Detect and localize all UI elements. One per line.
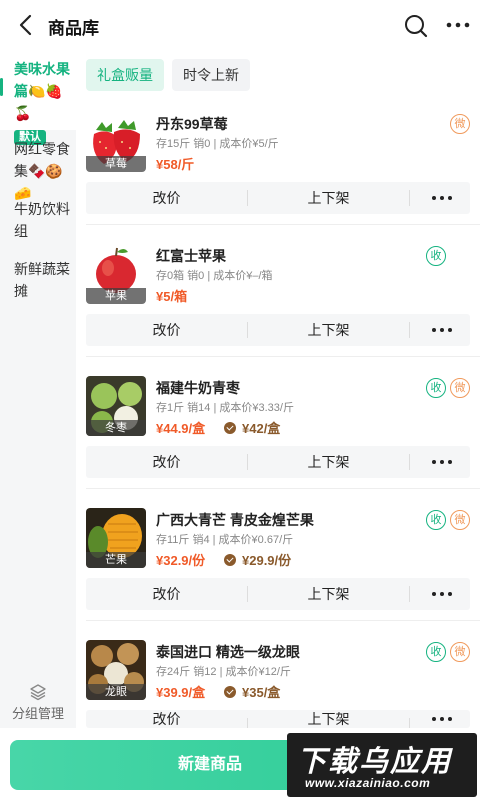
tag-gift-box[interactable]: 礼盒贩量	[86, 59, 164, 91]
layers-icon	[30, 684, 46, 701]
thumbnail-label: 龙眼	[86, 684, 146, 700]
vip-price: ¥42/盒	[224, 418, 280, 437]
more-actions-button[interactable]	[410, 446, 470, 478]
product-meta: 存24斤 销12 | 成本价¥12/斤	[156, 666, 291, 678]
product-meta: 存11斤 销4 | 成本价¥0.67/斤	[156, 534, 294, 546]
edit-price-button[interactable]: 改价	[86, 710, 247, 728]
vip-check-icon	[224, 421, 236, 434]
wei-badge: 微	[450, 378, 470, 398]
shelf-toggle-button[interactable]: 上下架	[248, 314, 409, 346]
thumbnail-label: 草莓	[86, 156, 146, 172]
sidebar-item-snacks[interactable]: 网红零食集🍫🍪🧀	[0, 138, 76, 204]
edit-price-button[interactable]: 改价	[86, 314, 247, 346]
shou-badge: 收	[426, 246, 446, 266]
wei-badge: 微	[450, 114, 470, 134]
product-price: ¥32.9/份	[156, 553, 206, 568]
top-bar: 商品库	[0, 0, 480, 50]
product-price: ¥39.9/盒	[156, 685, 206, 700]
shou-badge: 收	[426, 378, 446, 398]
watermark-url: www.xiazainiao.com	[305, 776, 431, 790]
product-price: ¥44.9/盒	[156, 421, 206, 436]
sidebar-item-label: 美味水果篇🍋🍓🍒	[14, 61, 70, 121]
product-thumbnail: 芒果	[86, 508, 146, 568]
sidebar-item-label: 网红零食集🍫🍪🧀	[14, 141, 70, 201]
vip-check-icon	[224, 685, 236, 698]
sidebar-item-label: 牛奶饮料组	[14, 201, 70, 239]
vip-price: ¥29.9/份	[224, 550, 291, 569]
thumbnail-label: 芒果	[86, 552, 146, 568]
group-manage-label: 分组管理	[11, 706, 64, 721]
category-sidebar: 美味水果篇🍋🍓🍒 默认 网红零食集🍫🍪🧀 牛奶饮料组 新鲜蔬菜摊 分组管理	[0, 50, 76, 740]
more-actions-button[interactable]	[410, 578, 470, 610]
wei-badge: 微	[450, 642, 470, 662]
group-manage-button[interactable]: 分组管理	[0, 675, 76, 735]
back-arrow-icon[interactable]	[16, 13, 36, 37]
wei-badge: 微	[450, 510, 470, 530]
product-actions: 改价 上下架	[86, 446, 470, 478]
active-indicator	[0, 78, 3, 96]
page-title: 商品库	[48, 19, 99, 38]
watermark-title: 下载乌应用	[297, 746, 453, 778]
sidebar-item-label: 新鲜蔬菜摊	[14, 261, 70, 299]
product-price: ¥58/斤	[156, 157, 195, 172]
shelf-toggle-button[interactable]: 上下架	[248, 446, 409, 478]
edit-price-button[interactable]: 改价	[86, 578, 247, 610]
edit-price-button[interactable]: 改价	[86, 446, 247, 478]
product-name[interactable]: 丹东99草莓	[156, 114, 228, 134]
product-meta: 存1斤 销14 | 成本价¥3.33/斤	[156, 402, 294, 414]
edit-price-button[interactable]: 改价	[86, 182, 247, 214]
product-actions: 改价 上下架	[86, 182, 470, 214]
product-thumbnail: 苹果	[86, 244, 146, 304]
shou-badge: 收	[426, 510, 446, 530]
shelf-toggle-button[interactable]: 上下架	[248, 710, 409, 728]
shelf-toggle-button[interactable]: 上下架	[248, 578, 409, 610]
more-actions-button[interactable]	[410, 314, 470, 346]
shelf-toggle-button[interactable]: 上下架	[248, 182, 409, 214]
product-actions: 改价 上下架	[86, 314, 470, 346]
vip-check-icon	[224, 553, 236, 566]
sidebar-item-fruit[interactable]: 美味水果篇🍋🍓🍒 默认	[0, 50, 76, 145]
thumbnail-label: 冬枣	[86, 420, 146, 436]
more-icon[interactable]	[444, 13, 472, 37]
sidebar-item-milk[interactable]: 牛奶饮料组	[0, 198, 76, 242]
product-thumbnail: 冬枣	[86, 376, 146, 436]
vip-price: ¥35/盒	[224, 682, 280, 701]
product-actions: 改价 上下架	[86, 578, 470, 610]
more-actions-button[interactable]	[410, 710, 470, 728]
product-name[interactable]: 红富士苹果	[156, 246, 226, 266]
search-icon[interactable]	[403, 13, 429, 39]
sidebar-item-veg[interactable]: 新鲜蔬菜摊	[0, 258, 76, 302]
product-meta: 存15斤 销0 | 成本价¥5/斤	[156, 138, 279, 150]
more-actions-button[interactable]	[410, 182, 470, 214]
product-name[interactable]: 福建牛奶青枣	[156, 378, 240, 398]
tag-seasonal[interactable]: 时令上新	[172, 59, 250, 91]
product-name[interactable]: 泰国进口 精选一级龙眼	[156, 642, 300, 662]
product-meta: 存0箱 销0 | 成本价¥–/箱	[156, 270, 273, 282]
watermark-logo: 下载乌应用 www.xiazainiao.com	[287, 733, 477, 797]
product-price: ¥5/箱	[156, 289, 188, 304]
product-thumbnail: 草莓	[86, 112, 146, 172]
shou-badge: 收	[426, 642, 446, 662]
product-name[interactable]: 广西大青芒 青皮金煌芒果	[156, 510, 314, 530]
product-actions: 改价 上下架	[86, 710, 470, 728]
product-thumbnail: 龙眼	[86, 640, 146, 700]
thumbnail-label: 苹果	[86, 288, 146, 304]
